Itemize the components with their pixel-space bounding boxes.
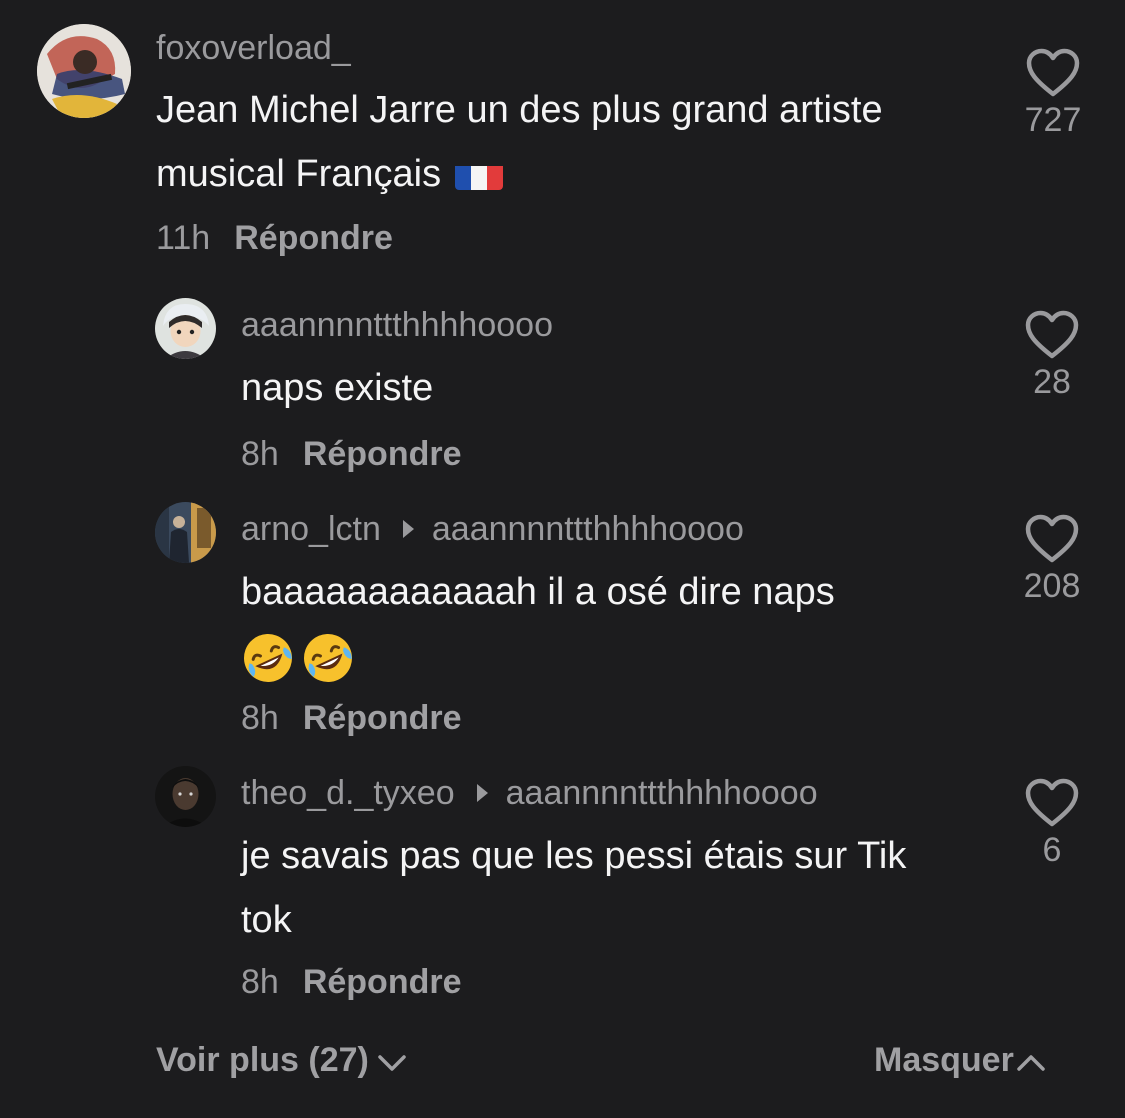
heart-icon — [1025, 310, 1079, 359]
avatar[interactable] — [155, 766, 216, 827]
chevron-up-icon — [1017, 1055, 1045, 1071]
comment-username[interactable]: theo_d._tyxeo — [241, 774, 455, 812]
comment-text: je savais pas que les pessi étais sur Ti… — [241, 835, 907, 941]
comment-time: 11h — [156, 219, 211, 257]
avatar[interactable] — [155, 298, 216, 359]
emoji-row — [241, 624, 961, 688]
comment-text: baaaaaaaaaaaah il a osé dire naps — [241, 571, 835, 613]
reply-button[interactable]: Répondre — [303, 699, 462, 737]
view-more-label: Voir plus (27) — [156, 1041, 369, 1079]
like-button[interactable]: 208 — [997, 514, 1107, 606]
comment-time: 8h — [241, 435, 279, 473]
avatar[interactable] — [37, 24, 131, 118]
avatar-hallway-photo-icon — [155, 502, 216, 563]
hide-replies-button[interactable]: Masquer — [874, 1040, 1046, 1080]
like-count: 208 — [1023, 567, 1081, 605]
comment-username[interactable]: aaannnnttthhhhoooo — [241, 306, 553, 344]
heart-icon — [1025, 514, 1079, 563]
avatar-anime-character-icon — [155, 298, 216, 359]
reply-button[interactable]: Répondre — [303, 963, 462, 1001]
view-more-replies-button[interactable]: Voir plus (27) — [156, 1040, 407, 1080]
like-count: 727 — [1024, 101, 1082, 139]
reply-arrow-icon — [476, 784, 488, 802]
avatar[interactable] — [155, 502, 216, 563]
comment-username[interactable]: foxoverload_ — [156, 29, 351, 67]
comment-time: 8h — [241, 699, 279, 737]
chevron-down-icon — [378, 1055, 406, 1071]
like-button[interactable]: 6 — [997, 778, 1107, 870]
heart-icon — [1026, 48, 1080, 97]
rolling-laughing-icon — [244, 633, 292, 682]
avatar-dark-portrait-icon — [155, 766, 216, 827]
reply-to-username[interactable]: aaannnnttthhhhoooo — [432, 510, 744, 548]
hide-label: Masquer — [874, 1041, 1014, 1079]
reply-arrow-icon — [402, 520, 414, 538]
comment-time: 8h — [241, 963, 279, 1001]
rolling-laughing-icon — [304, 633, 352, 682]
reply-to-username[interactable]: aaannnnttthhhhoooo — [506, 774, 818, 812]
like-count: 6 — [1042, 831, 1062, 869]
reply-button[interactable]: Répondre — [303, 435, 462, 473]
like-button[interactable]: 727 — [998, 48, 1108, 140]
comment-username[interactable]: arno_lctn — [241, 510, 381, 548]
heart-icon — [1025, 778, 1079, 827]
comment-text: naps existe — [241, 367, 434, 409]
comment-text: Jean Michel Jarre un des plus grand arti… — [156, 89, 883, 195]
reply-button[interactable]: Répondre — [234, 219, 393, 257]
like-button[interactable]: 28 — [997, 310, 1107, 402]
like-count: 28 — [1033, 363, 1071, 401]
avatar-painted-soldier-icon — [37, 24, 131, 118]
france-flag-icon — [455, 156, 504, 190]
